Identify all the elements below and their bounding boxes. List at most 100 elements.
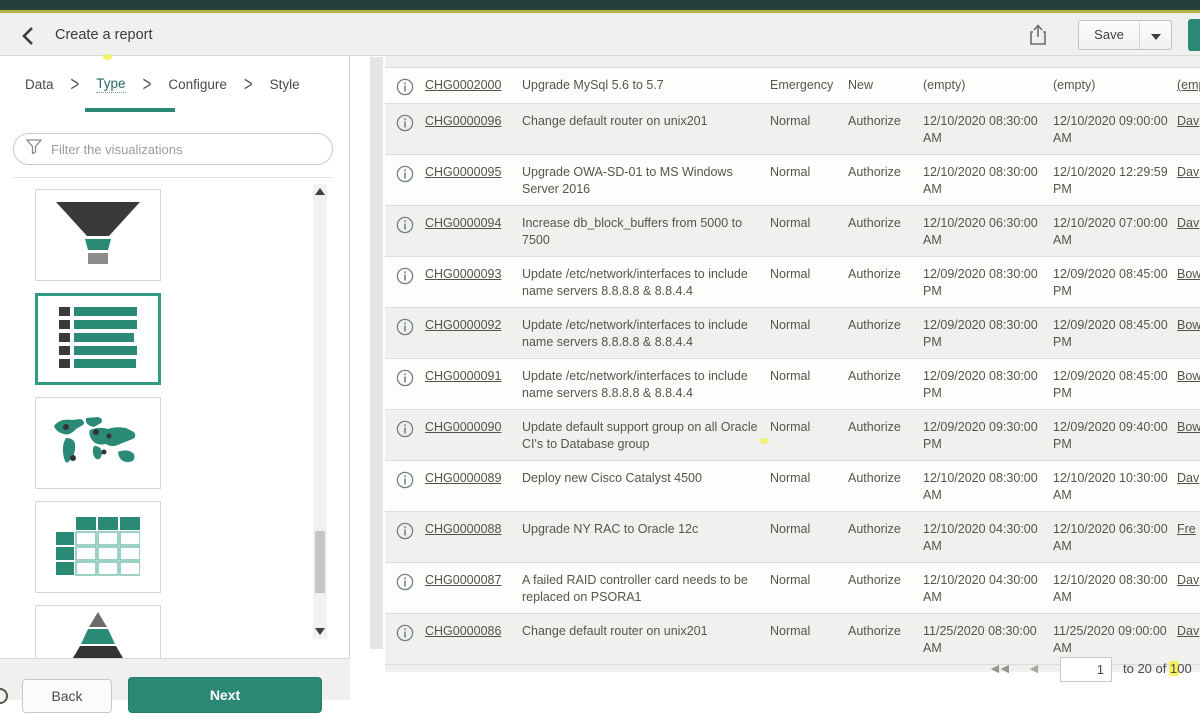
save-button[interactable]: Save xyxy=(1078,20,1140,50)
info-icon[interactable] xyxy=(385,111,425,132)
back-button[interactable]: Back xyxy=(22,679,112,713)
priority-value: Normal xyxy=(770,162,848,181)
assigned-to-link[interactable]: Dav xyxy=(1177,111,1200,130)
previous-page-icon[interactable]: ◄ xyxy=(1027,660,1041,676)
assigned-to-link[interactable]: Dav xyxy=(1177,162,1200,181)
scrollbar-thumb[interactable] xyxy=(315,531,325,593)
table-row[interactable]: CHG0000088 Upgrade NY RAC to Oracle 12c … xyxy=(385,512,1200,563)
tab-type[interactable]: Type xyxy=(96,76,125,93)
record-number-link[interactable]: CHG0000090 xyxy=(425,417,522,436)
assigned-to-link[interactable]: Dav xyxy=(1177,621,1200,640)
assigned-to-link[interactable]: Bow xyxy=(1177,264,1200,283)
table-row[interactable]: CHG0000094 Increase db_block_buffers fro… xyxy=(385,206,1200,257)
viz-option-list[interactable] xyxy=(35,293,161,385)
record-number-link[interactable]: CHG0000092 xyxy=(425,315,522,334)
priority-value: Normal xyxy=(770,621,848,640)
info-icon[interactable] xyxy=(385,366,425,387)
record-number-link[interactable]: CHG0000088 xyxy=(425,519,522,538)
list-chart-icon xyxy=(59,307,137,371)
save-dropdown-button[interactable] xyxy=(1139,20,1172,50)
planned-end-date: 12/10/2020 08:30:00 AM xyxy=(1053,570,1177,606)
tab-style[interactable]: Style xyxy=(270,77,300,92)
world-map-icon xyxy=(46,414,150,472)
record-number-link[interactable]: CHG0000096 xyxy=(425,111,522,130)
short-description: Upgrade OWA-SD-01 to MS Windows Server 2… xyxy=(522,162,770,198)
filter-placeholder: Filter the visualizations xyxy=(51,142,183,157)
assigned-to-link[interactable]: Fre xyxy=(1177,519,1200,538)
filter-visualizations-input[interactable]: Filter the visualizations xyxy=(13,133,333,165)
table-row[interactable]: CHG0000087 A failed RAID controller card… xyxy=(385,563,1200,614)
record-number-link[interactable]: CHG0000091 xyxy=(425,366,522,385)
record-number-link[interactable]: CHG0000095 xyxy=(425,162,522,181)
viz-option-world-map[interactable] xyxy=(35,397,161,489)
info-icon[interactable] xyxy=(385,315,425,336)
table-row[interactable]: CHG0000089 Deploy new Cisco Catalyst 450… xyxy=(385,461,1200,512)
table-row[interactable]: CHG0002000 Upgrade MySql 5.6 to 5.7 Emer… xyxy=(385,68,1200,104)
priority-value: Emergency xyxy=(770,75,848,94)
table-row[interactable]: CHG0000095 Upgrade OWA-SD-01 to MS Windo… xyxy=(385,155,1200,206)
viz-list-scrollbar[interactable] xyxy=(313,184,327,639)
next-button[interactable]: Next xyxy=(128,677,322,713)
pyramid-chart-icon xyxy=(67,612,129,658)
short-description: Increase db_block_buffers from 5000 to 7… xyxy=(522,213,770,249)
cursor-artifact xyxy=(760,438,769,444)
info-icon[interactable] xyxy=(385,519,425,540)
planned-end-date: 12/10/2020 10:30:00 AM xyxy=(1053,468,1177,504)
assigned-to-link[interactable]: Bow xyxy=(1177,417,1200,436)
record-number-link[interactable]: CHG0000086 xyxy=(425,621,522,640)
panel-divider xyxy=(13,177,333,178)
pagination-range-label: to 20 of 100 xyxy=(1123,661,1192,676)
priority-value: Normal xyxy=(770,264,848,283)
table-row-partial xyxy=(385,56,1200,68)
assigned-to-link[interactable]: Dav xyxy=(1177,213,1200,232)
app-header: Create a report Save xyxy=(0,13,1200,56)
page-number-input[interactable] xyxy=(1060,657,1112,682)
tab-data[interactable]: Data xyxy=(25,77,54,92)
record-number-link[interactable]: CHG0002000 xyxy=(425,75,522,94)
info-icon[interactable] xyxy=(385,213,425,234)
planned-end-date: (empty) xyxy=(1053,75,1177,94)
info-icon[interactable] xyxy=(385,570,425,591)
table-row[interactable]: CHG0000093 Update /etc/network/interface… xyxy=(385,257,1200,308)
table-row[interactable]: CHG0000090 Update default support group … xyxy=(385,410,1200,461)
planned-start-date: 12/10/2020 06:30:00 AM xyxy=(923,213,1053,249)
record-number-link[interactable]: CHG0000094 xyxy=(425,213,522,232)
state-value: Authorize xyxy=(848,213,923,232)
info-icon[interactable] xyxy=(385,75,425,96)
assigned-to-link[interactable]: Bow xyxy=(1177,366,1200,385)
scroll-up-icon[interactable] xyxy=(315,188,325,195)
planned-end-date: 12/10/2020 09:00:00 AM xyxy=(1053,111,1177,147)
viz-option-pyramid[interactable] xyxy=(35,605,161,659)
info-icon[interactable] xyxy=(385,468,425,489)
chevron-right-icon: > xyxy=(143,72,152,96)
state-value: New xyxy=(848,75,923,94)
assigned-to-link[interactable]: Dav xyxy=(1177,570,1200,589)
assigned-to-link[interactable]: Dav xyxy=(1177,468,1200,487)
record-number-link[interactable]: CHG0000089 xyxy=(425,468,522,487)
share-icon[interactable] xyxy=(1027,23,1049,47)
cursor-artifact xyxy=(103,54,112,60)
viz-option-pivot-table[interactable] xyxy=(35,501,161,593)
first-page-icon[interactable]: ◄◄ xyxy=(988,660,1008,676)
info-icon[interactable] xyxy=(385,264,425,285)
info-icon[interactable] xyxy=(385,162,425,183)
scroll-down-icon[interactable] xyxy=(315,628,325,635)
table-row[interactable]: CHG0000091 Update /etc/network/interface… xyxy=(385,359,1200,410)
planned-start-date: 12/09/2020 08:30:00 PM xyxy=(923,366,1053,402)
funnel-filter-icon xyxy=(26,139,42,159)
record-number-link[interactable]: CHG0000087 xyxy=(425,570,522,589)
assigned-to-link[interactable]: (emp xyxy=(1177,75,1200,94)
primary-action-button-partial[interactable] xyxy=(1188,19,1200,51)
table-scrollbar-track[interactable] xyxy=(370,57,383,649)
assigned-to-link[interactable]: Bow xyxy=(1177,315,1200,334)
back-arrow-icon[interactable] xyxy=(18,25,40,47)
info-icon[interactable] xyxy=(385,621,425,642)
tab-configure[interactable]: Configure xyxy=(168,77,227,92)
table-row[interactable]: CHG0000096 Change default router on unix… xyxy=(385,104,1200,155)
short-description: Upgrade MySql 5.6 to 5.7 xyxy=(522,75,770,94)
planned-start-date: 12/10/2020 08:30:00 AM xyxy=(923,111,1053,147)
info-icon[interactable] xyxy=(385,417,425,438)
table-row[interactable]: CHG0000092 Update /etc/network/interface… xyxy=(385,308,1200,359)
viz-option-funnel[interactable] xyxy=(35,189,161,281)
record-number-link[interactable]: CHG0000093 xyxy=(425,264,522,283)
